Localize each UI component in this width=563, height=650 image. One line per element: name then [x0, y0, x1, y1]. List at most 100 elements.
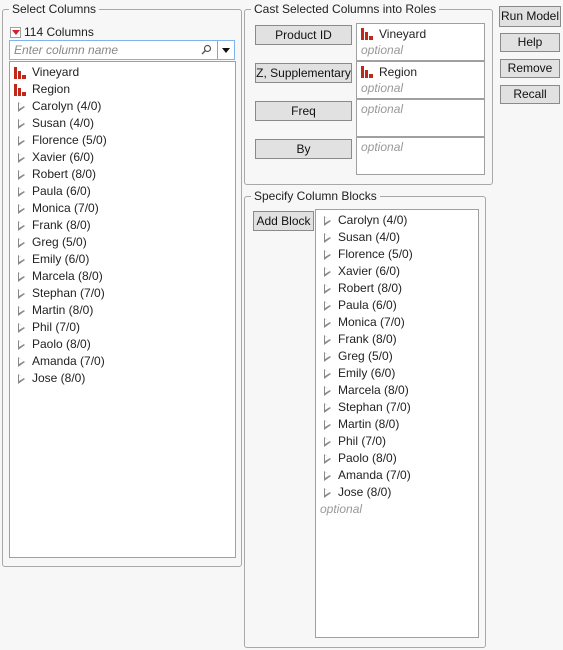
- column-block-item[interactable]: Greg (5/0): [316, 348, 478, 365]
- column-group-item[interactable]: Robert (8/0): [10, 166, 235, 183]
- expand-triangle-icon[interactable]: [324, 232, 331, 243]
- column-block-item[interactable]: Florence (5/0): [316, 246, 478, 263]
- column-block-item[interactable]: Paula (6/0): [316, 297, 478, 314]
- column-list[interactable]: Vineyard Region Carolyn (4/0) Susan (4/0) Fl…: [9, 61, 236, 558]
- by-role-button[interactable]: By: [255, 139, 352, 159]
- expand-triangle-icon[interactable]: [324, 470, 331, 481]
- product-id-role-button[interactable]: Product ID: [255, 25, 352, 45]
- expand-triangle-icon[interactable]: [324, 453, 331, 464]
- column-block-item[interactable]: Marcela (8/0): [316, 382, 478, 399]
- column-block-label: Paolo (8/0): [338, 451, 397, 465]
- expand-triangle-icon[interactable]: [18, 152, 25, 163]
- run-model-button[interactable]: Run Model: [499, 6, 561, 27]
- column-block-item[interactable]: Robert (8/0): [316, 280, 478, 297]
- column-group-item[interactable]: Emily (6/0): [10, 251, 235, 268]
- red-triangle-menu-icon[interactable]: [10, 26, 21, 38]
- column-block-item[interactable]: Emily (6/0): [316, 365, 478, 382]
- column-group-item[interactable]: Frank (8/0): [10, 217, 235, 234]
- expand-triangle-icon[interactable]: [18, 101, 25, 112]
- expand-triangle-icon[interactable]: [18, 169, 25, 180]
- column-search-input[interactable]: [10, 42, 200, 58]
- column-block-item[interactable]: Amanda (7/0): [316, 467, 478, 484]
- column-item[interactable]: Region: [10, 81, 235, 98]
- nominal-icon: [361, 65, 373, 78]
- column-group-item[interactable]: Carolyn (4/0): [10, 98, 235, 115]
- column-block-item[interactable]: Monica (7/0): [316, 314, 478, 331]
- expand-triangle-icon[interactable]: [18, 237, 25, 248]
- column-block-item[interactable]: Martin (8/0): [316, 416, 478, 433]
- column-group-item[interactable]: Phil (7/0): [10, 319, 235, 336]
- expand-triangle-icon[interactable]: [18, 186, 25, 197]
- column-item-label: Robert (8/0): [32, 167, 97, 181]
- expand-triangle-icon[interactable]: [324, 436, 331, 447]
- freq-role-box[interactable]: optional: [356, 99, 485, 137]
- expand-triangle-icon[interactable]: [18, 356, 25, 367]
- column-blocks-list[interactable]: Carolyn (4/0) Susan (4/0) Florence (5/0) Xa…: [315, 209, 479, 638]
- expand-triangle-icon[interactable]: [324, 266, 331, 277]
- expand-triangle-icon[interactable]: [18, 288, 25, 299]
- expand-triangle-icon[interactable]: [18, 373, 25, 384]
- column-group-item[interactable]: Greg (5/0): [10, 234, 235, 251]
- column-group-item[interactable]: Amanda (7/0): [10, 353, 235, 370]
- expand-triangle-icon[interactable]: [324, 402, 331, 413]
- expand-triangle-icon[interactable]: [324, 419, 331, 430]
- column-block-item[interactable]: Susan (4/0): [316, 229, 478, 246]
- by-role-box[interactable]: optional: [356, 137, 485, 175]
- column-block-label: Monica (7/0): [338, 315, 405, 329]
- column-group-item[interactable]: Paolo (8/0): [10, 336, 235, 353]
- expand-triangle-icon[interactable]: [324, 283, 331, 294]
- freq-role-button[interactable]: Freq: [255, 101, 352, 121]
- column-group-item[interactable]: Xavier (6/0): [10, 149, 235, 166]
- column-block-item[interactable]: Stephan (7/0): [316, 399, 478, 416]
- column-group-item[interactable]: Marcela (8/0): [10, 268, 235, 285]
- column-group-item[interactable]: Martin (8/0): [10, 302, 235, 319]
- help-button[interactable]: Help: [500, 33, 560, 52]
- expand-triangle-icon[interactable]: [18, 339, 25, 350]
- expand-triangle-icon[interactable]: [324, 385, 331, 396]
- expand-triangle-icon[interactable]: [18, 118, 25, 129]
- expand-triangle-icon[interactable]: [324, 351, 331, 362]
- column-item-label: Carolyn (4/0): [32, 99, 102, 113]
- expand-triangle-icon[interactable]: [324, 334, 331, 345]
- expand-triangle-icon[interactable]: [18, 305, 25, 316]
- column-blocks-title: Specify Column Blocks: [251, 188, 380, 204]
- expand-triangle-icon[interactable]: [18, 220, 25, 231]
- column-block-item[interactable]: Carolyn (4/0): [316, 212, 478, 229]
- column-group-item[interactable]: Susan (4/0): [10, 115, 235, 132]
- column-block-item[interactable]: Phil (7/0): [316, 433, 478, 450]
- column-count-label: 114 Columns: [24, 25, 94, 39]
- z-supplementary-role-box[interactable]: Region optional: [356, 61, 485, 99]
- expand-triangle-icon[interactable]: [324, 249, 331, 260]
- expand-triangle-icon[interactable]: [18, 203, 25, 214]
- column-item[interactable]: Vineyard: [10, 64, 235, 81]
- column-block-item[interactable]: Frank (8/0): [316, 331, 478, 348]
- expand-triangle-icon[interactable]: [324, 300, 331, 311]
- column-block-item[interactable]: Paolo (8/0): [316, 450, 478, 467]
- expand-triangle-icon[interactable]: [18, 322, 25, 333]
- product-id-role-box[interactable]: Vineyard optional: [356, 23, 485, 61]
- role-item[interactable]: Vineyard: [357, 25, 484, 42]
- z-supplementary-role-button[interactable]: Z, Supplementary: [255, 63, 352, 83]
- column-group-item[interactable]: Monica (7/0): [10, 200, 235, 217]
- column-group-item[interactable]: Stephan (7/0): [10, 285, 235, 302]
- recall-button[interactable]: Recall: [500, 85, 560, 104]
- expand-triangle-icon[interactable]: [324, 317, 331, 328]
- role-item[interactable]: Region: [357, 63, 484, 80]
- expand-triangle-icon[interactable]: [324, 215, 331, 226]
- remove-button[interactable]: Remove: [500, 59, 560, 78]
- column-block-label: Marcela (8/0): [338, 383, 409, 397]
- expand-triangle-icon[interactable]: [18, 254, 25, 265]
- column-block-item[interactable]: Jose (8/0): [316, 484, 478, 501]
- column-block-item[interactable]: Xavier (6/0): [316, 263, 478, 280]
- add-block-button[interactable]: Add Block: [253, 211, 314, 231]
- column-group-item[interactable]: Jose (8/0): [10, 370, 235, 387]
- search-options-dropdown[interactable]: [217, 41, 234, 59]
- column-group-item[interactable]: Paula (6/0): [10, 183, 235, 200]
- expand-triangle-icon[interactable]: [324, 487, 331, 498]
- expand-triangle-icon[interactable]: [18, 271, 25, 282]
- expand-triangle-icon[interactable]: [18, 135, 25, 146]
- expand-triangle-icon[interactable]: [324, 368, 331, 379]
- column-item-label: Marcela (8/0): [32, 269, 103, 283]
- column-group-item[interactable]: Florence (5/0): [10, 132, 235, 149]
- search-icon[interactable]: [200, 44, 212, 56]
